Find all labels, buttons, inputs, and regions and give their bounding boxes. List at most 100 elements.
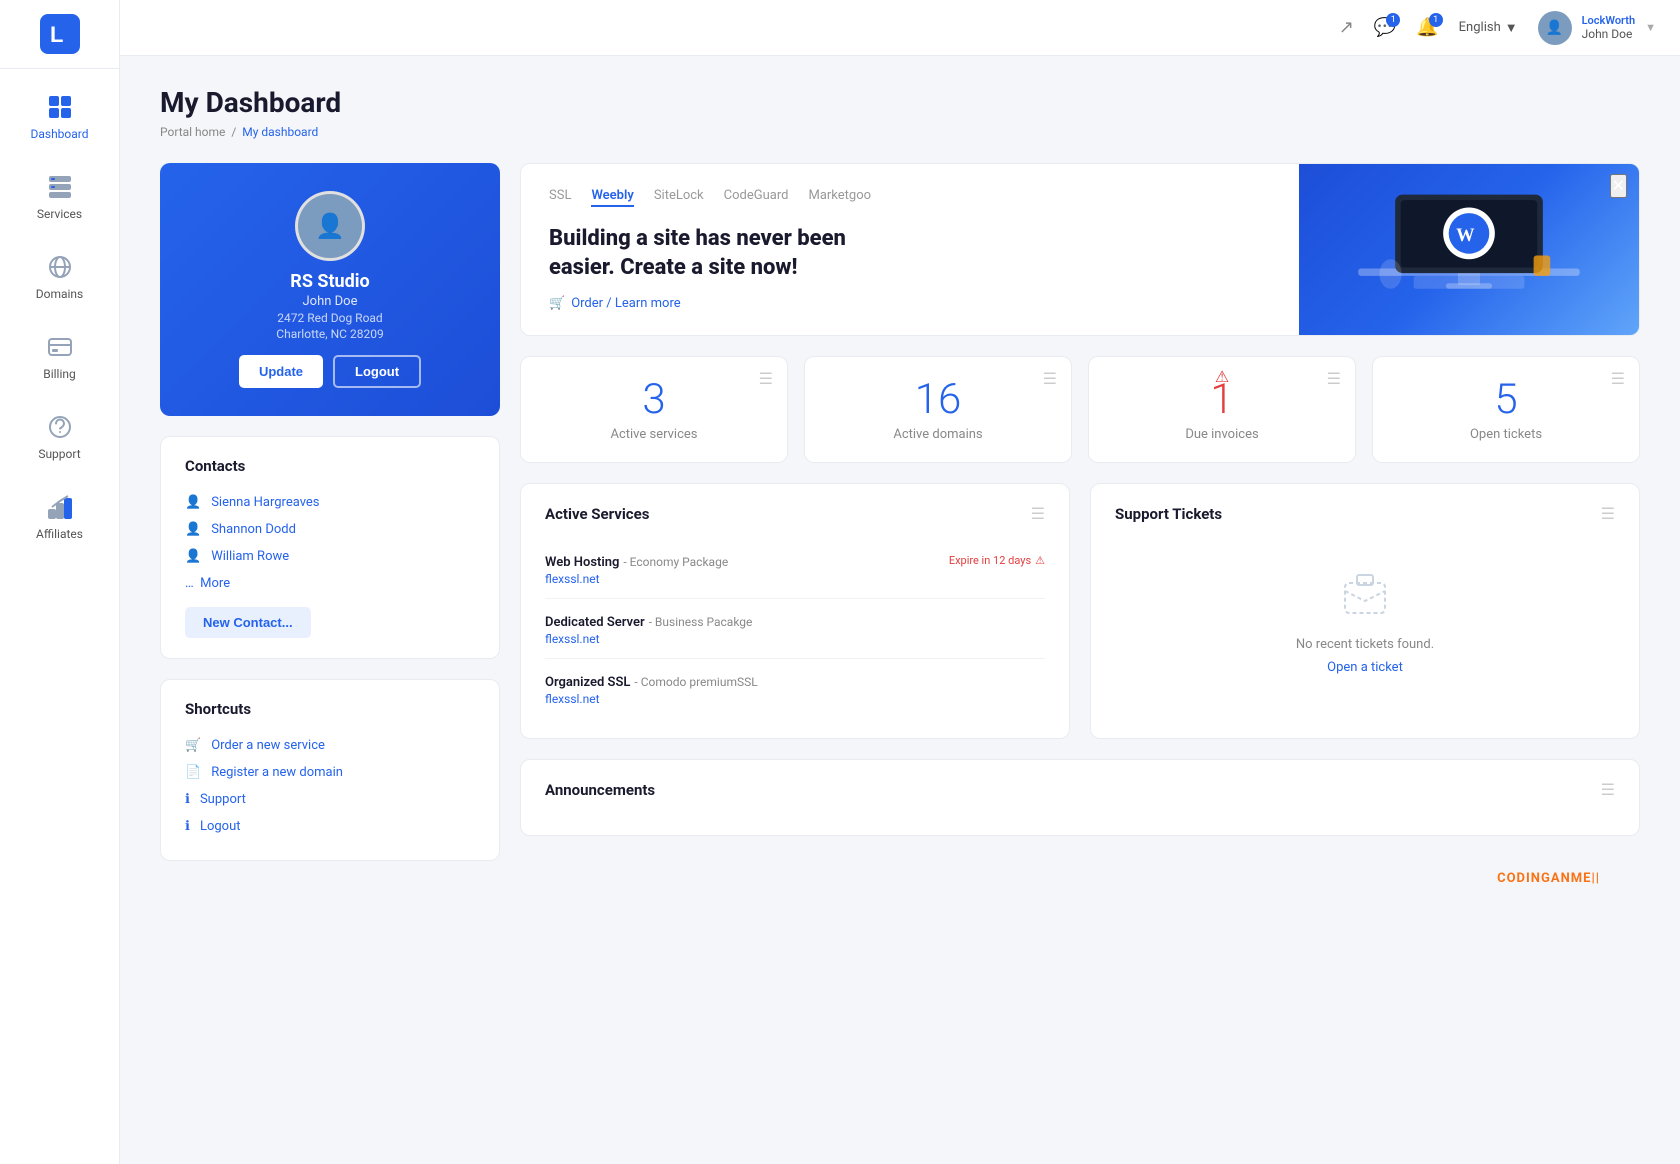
promo-close-button[interactable]: ✕ (1610, 174, 1627, 198)
dashboard-icon (46, 93, 74, 121)
alert-icon: ⚠ (1215, 367, 1229, 386)
shortcut-label-2: Support (200, 792, 246, 807)
expire-alert-icon: ⚠ (1035, 554, 1045, 567)
sidebar-item-services[interactable]: Services (4, 159, 115, 235)
contact-item-0[interactable]: 👤 Sienna Hargreaves (185, 489, 475, 516)
service-name-0: Web Hosting (545, 555, 619, 570)
stat-due-invoices: ☰ ⚠ 1 Due invoices (1088, 356, 1356, 463)
stat-active-services: ☰ 3 Active services (520, 356, 788, 463)
share-icon[interactable]: ↗ (1339, 17, 1354, 38)
shortcuts-title: Shortcuts (185, 700, 475, 718)
contact-name-0: Sienna Hargreaves (211, 495, 319, 510)
user-company: LockWorth (1582, 14, 1636, 27)
new-contact-button[interactable]: New Contact... (185, 607, 311, 638)
service-link-0[interactable]: flexssl.net (545, 572, 1045, 586)
more-contacts-link[interactable]: … More (185, 570, 475, 597)
promo-title: Building a site has never been easier. C… (549, 225, 869, 282)
shortcut-2[interactable]: ℹ Support (185, 786, 475, 813)
contact-name-1: Shannon Dodd (211, 522, 296, 537)
user-chevron-icon: ▼ (1645, 21, 1656, 34)
update-button[interactable]: Update (239, 355, 323, 388)
svg-text:W: W (1456, 224, 1475, 244)
contact-item-1[interactable]: 👤 Shannon Dodd (185, 516, 475, 543)
sidebar-item-affiliates[interactable]: Affiliates (4, 479, 115, 555)
promo-link-label: Order / Learn more (571, 296, 680, 311)
shortcut-label-1: Register a new domain (211, 765, 343, 780)
service-info-0: Web Hosting - Economy Package (545, 551, 728, 570)
brand-prefix: CODINGANME (1497, 871, 1591, 886)
contacts-card: Contacts 👤 Sienna Hargreaves 👤 Shannon D… (160, 436, 500, 659)
promo-card: SSL Weebly SiteLock CodeGuard Marketgoo … (520, 163, 1640, 336)
promo-tab-marketgoo[interactable]: Marketgoo (808, 188, 871, 207)
language-selector[interactable]: English ▼ (1459, 20, 1518, 36)
chevron-down-icon: ▼ (1505, 20, 1518, 36)
service-item-1: Dedicated Server - Business Pacakge flex… (545, 599, 1045, 659)
shortcut-label-3: Logout (200, 819, 241, 834)
contact-item-2[interactable]: 👤 William Rowe (185, 543, 475, 570)
promo-tab-codeguard[interactable]: CodeGuard (724, 188, 789, 207)
profile-name: John Doe (184, 294, 476, 309)
stat-menu-0[interactable]: ☰ (759, 369, 773, 388)
active-services-panel: Active Services ☰ Web Hosting - Economy … (520, 483, 1070, 739)
service-link-1[interactable]: flexssl.net (545, 632, 1045, 646)
service-item-2: Organized SSL - Comodo premiumSSL flexss… (545, 659, 1045, 718)
order-icon: 🛒 (549, 296, 565, 311)
stat-active-domains: ☰ 16 Active domains (804, 356, 1072, 463)
promo-order-link[interactable]: 🛒 Order / Learn more (549, 296, 1271, 311)
active-services-menu[interactable]: ☰ (1031, 504, 1045, 523)
open-ticket-link[interactable]: Open a ticket (1327, 660, 1403, 675)
chat-icon[interactable]: 💬 1 (1374, 17, 1396, 38)
sidebar-item-billing[interactable]: Billing (4, 319, 115, 395)
sidebar-item-domains[interactable]: Domains (4, 239, 115, 315)
shortcut-3[interactable]: ℹ Logout (185, 813, 475, 840)
stat-menu-2[interactable]: ☰ (1327, 369, 1341, 388)
person-icon-2: 👤 (185, 549, 201, 564)
logo[interactable]: L (0, 0, 119, 69)
promo-tab-sitelock[interactable]: SiteLock (654, 188, 704, 207)
profile-address2: Charlotte, NC 28209 (184, 327, 476, 341)
service-name-1: Dedicated Server (545, 615, 645, 630)
user-name: John Doe (1582, 27, 1636, 41)
support-icon (46, 413, 74, 441)
service-item-0: Web Hosting - Economy Package Expire in … (545, 539, 1045, 599)
promo-tab-ssl[interactable]: SSL (549, 188, 571, 207)
shortcut-0[interactable]: 🛒 Order a new service (185, 732, 475, 759)
breadcrumb-home[interactable]: Portal home (160, 125, 225, 139)
service-row-0: Web Hosting - Economy Package Expire in … (545, 551, 1045, 570)
contact-name-2: William Rowe (211, 549, 289, 564)
service-link-2[interactable]: flexssl.net (545, 692, 1045, 706)
stat-menu-3[interactable]: ☰ (1611, 369, 1625, 388)
wp-illustration: W (1349, 175, 1589, 325)
shortcuts-card: Shortcuts 🛒 Order a new service 📄 Regist… (160, 679, 500, 861)
sidebar-item-support[interactable]: Support (4, 399, 115, 475)
service-info-2: Organized SSL - Comodo premiumSSL (545, 671, 1045, 690)
shortcut-label-0: Order a new service (211, 738, 325, 753)
support-tickets-header: Support Tickets ☰ (1115, 504, 1615, 523)
profile-address1: 2472 Red Dog Road (184, 311, 476, 325)
profile-card: 👤 RS Studio John Doe 2472 Red Dog Road C… (160, 163, 500, 416)
service-package-0: - Economy Package (623, 555, 728, 569)
stat-menu-1[interactable]: ☰ (1043, 369, 1057, 388)
support-link-icon: ℹ (185, 792, 190, 807)
logout-link-icon: ℹ (185, 819, 190, 834)
user-menu[interactable]: 👤 LockWorth John Doe ▼ (1538, 11, 1656, 45)
support-tickets-menu[interactable]: ☰ (1601, 504, 1615, 523)
brand-suffix: || (1591, 871, 1600, 886)
sidebar-label-domains: Domains (36, 287, 84, 301)
promo-tab-weebly[interactable]: Weebly (591, 188, 633, 207)
stat-number-0: 3 (537, 377, 771, 423)
content: My Dashboard Portal home / My dashboard … (120, 56, 1680, 1164)
domains-icon (46, 253, 74, 281)
active-services-title: Active Services (545, 505, 649, 523)
notifications-badge: 1 (1429, 13, 1443, 27)
logout-button[interactable]: Logout (333, 355, 421, 388)
notifications-icon[interactable]: 🔔 1 (1416, 17, 1438, 38)
promo-right: ✕ (1299, 164, 1639, 335)
announcements-menu[interactable]: ☰ (1601, 780, 1615, 799)
active-services-header: Active Services ☰ (545, 504, 1045, 523)
stat-number-1: 16 (821, 377, 1055, 423)
sidebar-item-dashboard[interactable]: Dashboard (4, 79, 115, 155)
sidebar-label-billing: Billing (43, 367, 76, 381)
avatar: 👤 (1538, 11, 1572, 45)
shortcut-1[interactable]: 📄 Register a new domain (185, 759, 475, 786)
